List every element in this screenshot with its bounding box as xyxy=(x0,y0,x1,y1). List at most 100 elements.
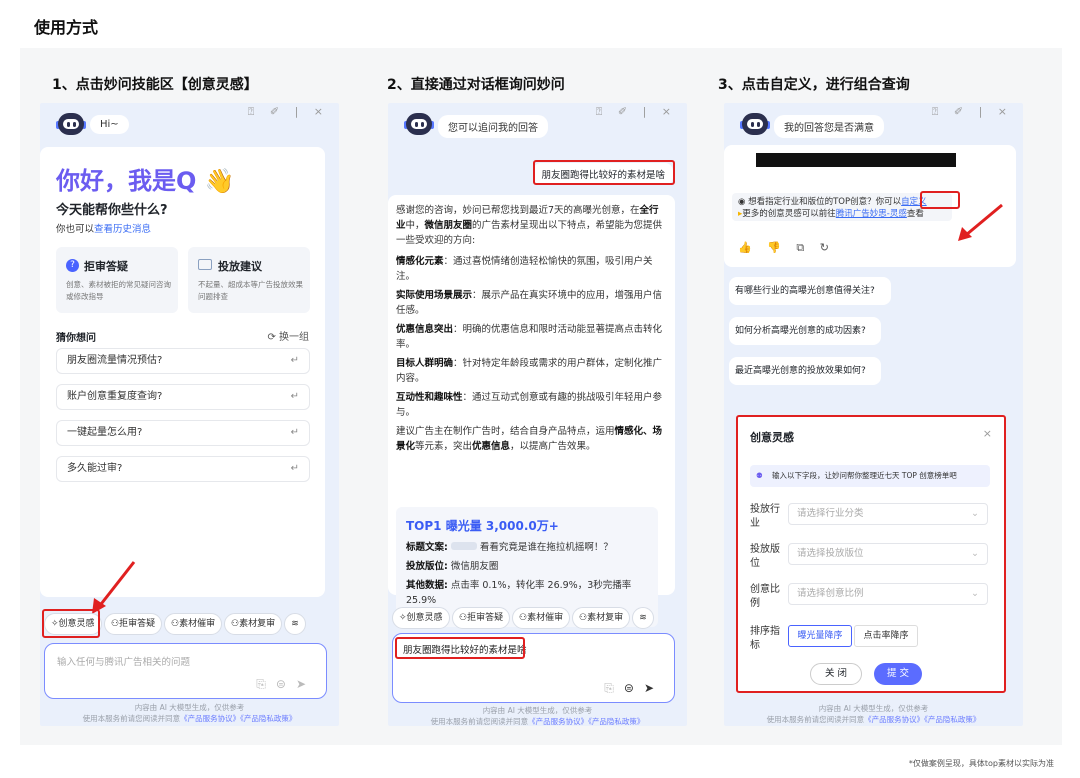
feature-card-reject-faq[interactable]: ? 拒审答疑 创意、素材被拒的常见疑问咨询或修改指导 xyxy=(56,247,178,313)
top1-copy: 标题文案: 看看究竟是谁在拖拉机摇啊！？ xyxy=(406,542,613,553)
send-icon[interactable]: ➤ xyxy=(644,681,664,695)
answer-point: 互动性和趣味性：通过互动式创意或有趣的挑战吸引年轻用户参与。 xyxy=(396,392,663,418)
suggested-question[interactable]: 最近高曝光创意的投放效果如何? xyxy=(729,357,881,385)
attach-icon[interactable]: ⎘ xyxy=(256,677,276,691)
input-actions: ⎘⊜➤ xyxy=(604,681,664,696)
subtitle: 今天能帮你些什么? xyxy=(56,203,168,218)
privacy-policy-link[interactable]: 《产品隐私政策》 xyxy=(240,714,296,723)
robot-avatar-icon xyxy=(56,111,86,139)
answer-point: 情感化元素：通过喜悦情绪创造轻松愉快的氛围，吸引用户关注。 xyxy=(396,256,653,282)
input-actions: ⎘⊜➤ xyxy=(256,677,316,692)
cancel-button[interactable]: 关 闭 xyxy=(810,663,862,685)
feature-desc: 不起量、超成本等广告投放效果问题排查 xyxy=(198,280,303,301)
guess-title: 猜你想问 xyxy=(56,333,96,344)
submit-button[interactable]: 提 交 xyxy=(874,663,922,685)
greeting-bubble: Hi~ xyxy=(90,115,129,134)
skill-toolbar: ✧创意灵感 ⚇拒审答疑 ⚇素材催审 ⚇素材复审 ≋ xyxy=(388,607,687,631)
answer-point: 目标人群明确：针对特定年龄段或需求的用户群体，定制化推广内容。 xyxy=(396,358,663,384)
question-item[interactable]: 朋友圈流量情况预估? ↵ xyxy=(56,348,310,374)
suggested-question[interactable]: 如何分析高曝光创意的成功因素? xyxy=(729,317,881,345)
custom-tip: ◉ 想看指定行业和版位的TOP创意？你可以自定义 ▸更多的创意灵感可以前往腾讯广… xyxy=(732,193,952,221)
chat-icon[interactable]: ⊜ xyxy=(624,681,644,695)
blurred-brand xyxy=(450,542,477,550)
attach-icon[interactable]: ⎘ xyxy=(604,681,624,695)
answer-suggestion: 建议广告主在制作广告时，结合自身产品特点，运用情感化、场景化等元素，突出优惠信息… xyxy=(396,426,663,452)
bot-icon: ⚇ xyxy=(459,613,468,623)
service-agreement-link[interactable]: 《产品服务协议》 xyxy=(864,715,924,724)
skill-creative-inspiration[interactable]: ✧创意灵感 xyxy=(392,607,450,629)
question-circle-icon: ? xyxy=(66,259,79,272)
refresh-icon: ⟳ xyxy=(267,332,279,343)
ratio-select[interactable]: 请选择创意比例 ⌄ xyxy=(788,583,988,605)
question-item[interactable]: 一键起量怎么用? ↵ xyxy=(56,420,310,446)
enter-icon: ↵ xyxy=(290,355,299,366)
panel-header: 您可以追问我的回答 ⍰ ✐ | × xyxy=(388,103,687,153)
question-item[interactable]: 账户创意重复度查询? ↵ xyxy=(56,384,310,410)
service-agreement-link[interactable]: 《产品服务协议》 xyxy=(528,717,588,726)
form-title: 创意灵感 xyxy=(750,431,794,444)
window-controls[interactable]: ⍰ ✐ | × xyxy=(248,105,329,119)
creative-inspiration-form: 创意灵感 × ⚉ 输入以下字段，让妙问帮你整理近七天 TOP 创意榜单吧 投放行业… xyxy=(736,415,1006,693)
layers-icon[interactable]: ≋ xyxy=(632,607,654,629)
chat-input[interactable]: 输入任何与腾讯广告相关的问题 ⎘⊜➤ xyxy=(44,643,327,699)
layers-icon[interactable]: ≋ xyxy=(284,613,306,635)
welcome-card: 你好，我是Q 👋 今天能帮你些什么? 你也可以查看历史消息 ? 拒审答疑 创意、… xyxy=(40,147,325,597)
privacy-policy-link[interactable]: 《产品隐私政策》 xyxy=(588,717,644,726)
highlight-box xyxy=(42,609,100,638)
sort-ctr-option[interactable]: 点击率降序 xyxy=(854,625,918,647)
enter-icon: ↵ xyxy=(290,463,299,474)
footnote: *仅做案例呈现，具体top素材以实际为准 xyxy=(908,759,1054,768)
inspiration-link[interactable]: 腾讯广告妙思-灵感 xyxy=(836,209,907,219)
sort-exposure-option[interactable]: 曝光量降序 xyxy=(788,625,852,647)
bot-icon: ⚇ xyxy=(171,619,180,629)
skill-review-urge[interactable]: ⚇素材催审 xyxy=(164,613,223,635)
feature-card-delivery-advice[interactable]: 投放建议 不起量、超成本等广告投放效果问题排查 xyxy=(188,247,310,313)
hello-heading: 你好，我是Q 👋 xyxy=(56,167,235,195)
highlight-box xyxy=(533,160,675,185)
feedback-actions[interactable]: 👍 👎 ⧉ ↻ xyxy=(738,241,835,255)
bot-icon: ⚇ xyxy=(579,613,588,623)
skill-reject-faq[interactable]: ⚇拒审答疑 xyxy=(104,613,163,635)
position-select[interactable]: 请选择投放版位 ⌄ xyxy=(788,543,988,565)
top1-other: 其他数据: 点击率 0.1%，转化率 26.9%，3秒完播率 25.9% xyxy=(406,580,632,606)
step-1-title: 1、点击妙问技能区【创意灵感】 xyxy=(52,77,258,93)
input-placeholder: 输入任何与腾讯广告相关的问题 xyxy=(57,657,191,668)
history-line: 你也可以查看历史消息 xyxy=(56,224,152,235)
showcase-area: 1、点击妙问技能区【创意灵感】 2、直接通过对话框询问妙问 3、点击自定义，进行… xyxy=(20,48,1062,745)
chat-icon[interactable]: ⊜ xyxy=(276,677,296,691)
answer-card: 感谢您的咨询，妙问已帮您找到最近7天的高曝光创意，在全行业中，微信朋友圈的广告素… xyxy=(388,195,675,627)
skill-re-review[interactable]: ⚇素材复审 xyxy=(572,607,631,629)
assistant-panel-3: 我的回答您是否满意 ⍰ ✐ | × ◉ 想看指定行业和版位的TOP创意？你可以自… xyxy=(724,103,1023,726)
refresh-button[interactable]: ⟳ 换一组 xyxy=(267,328,309,343)
feature-desc: 创意、素材被拒的常见疑问咨询或修改指导 xyxy=(66,280,171,301)
chevron-down-icon: ⌄ xyxy=(971,588,979,599)
highlight-box xyxy=(920,191,960,209)
step-3-title: 3、点击自定义，进行组合查询 xyxy=(718,77,910,93)
close-icon[interactable]: × xyxy=(983,427,992,440)
service-agreement-link[interactable]: 《产品服务协议》 xyxy=(180,714,240,723)
suggested-question[interactable]: 有哪些行业的高曝光创意值得关注? xyxy=(729,277,891,305)
answer-intro: 感谢您的咨询，妙问已帮您找到最近7天的高曝光创意，在全行业中，微信朋友圈的广告素… xyxy=(396,205,663,246)
highlight-box xyxy=(395,637,525,659)
robot-avatar-icon xyxy=(740,111,770,139)
window-controls[interactable]: ⍰ ✐ | × xyxy=(596,105,677,119)
top1-title: TOP1 曝光量 3,000.0万+ xyxy=(406,519,559,533)
industry-select[interactable]: 请选择行业分类 ⌄ xyxy=(788,503,988,525)
bot-icon: ⚇ xyxy=(519,613,528,623)
window-controls[interactable]: ⍰ ✐ | × xyxy=(932,105,1013,119)
question-item[interactable]: 多久能过审? ↵ xyxy=(56,456,310,482)
send-icon[interactable]: ➤ xyxy=(296,677,316,691)
answer-point: 实际使用场景展示：展示产品在真实环境中的应用，增强用户信任感。 xyxy=(396,290,663,316)
skill-reject-faq[interactable]: ⚇拒审答疑 xyxy=(452,607,511,629)
skill-review-urge[interactable]: ⚇素材催审 xyxy=(512,607,571,629)
disclaimer: 内容由 AI 大模型生成，仅供参考 使用本服务前请您阅读并同意《产品服务协议》《… xyxy=(430,706,645,726)
assistant-panel-1: Hi~ ⍰ ✐ | × 你好，我是Q 👋 今天能帮你些什么? 你也可以查看历史消… xyxy=(40,103,339,726)
form-notice: ⚉ 输入以下字段，让妙问帮你整理近七天 TOP 创意榜单吧 xyxy=(750,465,990,487)
redacted-content xyxy=(756,153,956,167)
skill-re-review[interactable]: ⚇素材复审 xyxy=(224,613,283,635)
step-2-title: 2、直接通过对话框询问妙问 xyxy=(387,77,565,93)
history-link[interactable]: 查看历史消息 xyxy=(94,224,151,235)
sparkle-icon: ✧ xyxy=(399,613,407,623)
bot-icon: ⚇ xyxy=(231,619,240,629)
privacy-policy-link[interactable]: 《产品隐私政策》 xyxy=(924,715,980,724)
